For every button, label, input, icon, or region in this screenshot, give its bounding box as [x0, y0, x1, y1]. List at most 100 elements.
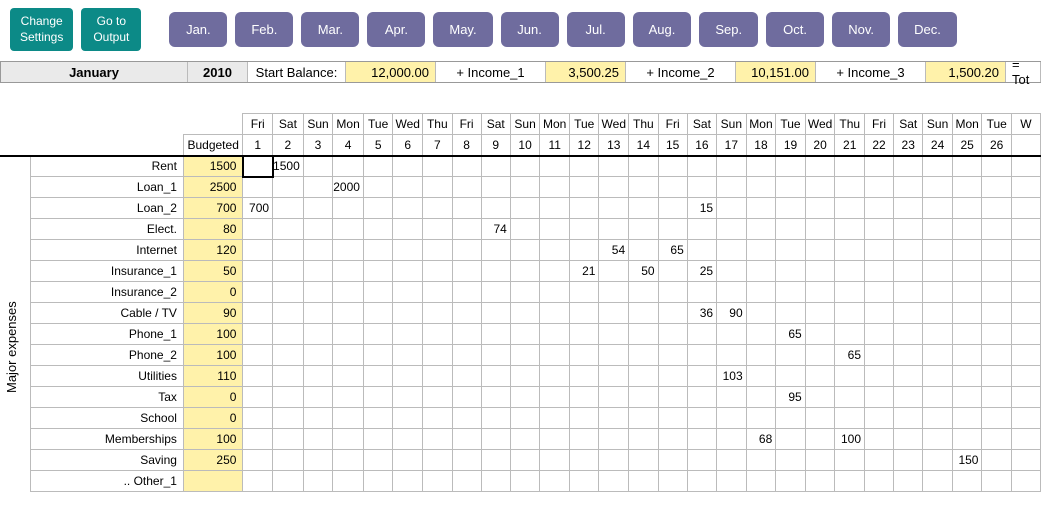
day-cell[interactable]	[746, 282, 776, 303]
day-cell[interactable]	[393, 345, 423, 366]
day-cell[interactable]	[776, 261, 805, 282]
day-cell[interactable]: 74	[481, 219, 510, 240]
budget-cell[interactable]: 80	[183, 219, 243, 240]
day-cell[interactable]	[952, 366, 982, 387]
day-cell[interactable]	[363, 303, 392, 324]
day-cell[interactable]	[952, 261, 982, 282]
day-cell[interactable]	[333, 240, 364, 261]
day-cell[interactable]	[658, 156, 687, 177]
day-cell[interactable]	[658, 471, 687, 492]
budget-cell[interactable]: 100	[183, 324, 243, 345]
day-cell[interactable]	[510, 282, 540, 303]
day-cell[interactable]	[452, 366, 481, 387]
day-cell[interactable]	[569, 240, 598, 261]
day-cell[interactable]	[776, 471, 805, 492]
income3-value[interactable]: 1,500.20	[926, 62, 1006, 82]
day-cell[interactable]	[540, 387, 570, 408]
day-cell[interactable]	[835, 198, 865, 219]
day-cell[interactable]: 100	[835, 429, 865, 450]
day-cell[interactable]	[599, 450, 629, 471]
day-cell[interactable]	[865, 282, 894, 303]
day-cell[interactable]	[569, 219, 598, 240]
day-cell[interactable]	[481, 408, 510, 429]
budget-cell[interactable]	[183, 471, 243, 492]
day-cell[interactable]	[805, 450, 835, 471]
day-cell[interactable]: 103	[717, 366, 747, 387]
day-cell[interactable]	[923, 450, 953, 471]
day-cell[interactable]	[333, 261, 364, 282]
day-cell[interactable]	[746, 240, 776, 261]
day-cell[interactable]	[569, 345, 598, 366]
day-cell[interactable]	[393, 156, 423, 177]
day-cell[interactable]: 15	[687, 198, 716, 219]
day-cell[interactable]	[569, 282, 598, 303]
day-cell[interactable]	[273, 240, 304, 261]
day-cell[interactable]	[510, 387, 540, 408]
day-cell[interactable]	[273, 303, 304, 324]
day-cell[interactable]	[481, 387, 510, 408]
day-cell[interactable]	[540, 429, 570, 450]
month-tab-feb[interactable]: Feb.	[235, 12, 293, 47]
day-cell[interactable]	[894, 261, 923, 282]
day-cell[interactable]	[510, 261, 540, 282]
day-cell[interactable]	[1011, 261, 1040, 282]
day-cell[interactable]	[746, 219, 776, 240]
day-cell[interactable]	[423, 198, 452, 219]
day-cell[interactable]	[923, 177, 953, 198]
day-cell[interactable]	[982, 429, 1011, 450]
day-cell[interactable]	[510, 219, 540, 240]
day-cell[interactable]	[865, 177, 894, 198]
day-cell[interactable]	[243, 429, 273, 450]
day-cell[interactable]	[982, 387, 1011, 408]
day-cell[interactable]	[805, 156, 835, 177]
day-cell[interactable]	[363, 261, 392, 282]
day-cell[interactable]	[687, 429, 716, 450]
day-cell[interactable]	[805, 261, 835, 282]
day-cell[interactable]	[982, 156, 1011, 177]
day-cell[interactable]	[423, 156, 452, 177]
day-cell[interactable]	[923, 303, 953, 324]
day-cell[interactable]	[303, 345, 333, 366]
day-cell[interactable]	[333, 324, 364, 345]
day-cell[interactable]	[982, 282, 1011, 303]
day-cell[interactable]	[1011, 219, 1040, 240]
day-cell[interactable]	[687, 471, 716, 492]
day-cell[interactable]	[805, 240, 835, 261]
goto-output-button[interactable]: Go toOutput	[81, 8, 141, 51]
day-cell[interactable]	[952, 345, 982, 366]
day-cell[interactable]	[865, 429, 894, 450]
day-cell[interactable]	[243, 408, 273, 429]
day-cell[interactable]	[273, 408, 304, 429]
day-cell[interactable]	[952, 324, 982, 345]
day-cell[interactable]	[658, 177, 687, 198]
day-cell[interactable]	[629, 219, 658, 240]
day-cell[interactable]	[540, 471, 570, 492]
day-cell[interactable]	[481, 177, 510, 198]
day-cell[interactable]	[894, 366, 923, 387]
day-cell[interactable]	[894, 219, 923, 240]
day-cell[interactable]	[687, 450, 716, 471]
day-cell[interactable]	[923, 156, 953, 177]
day-cell[interactable]: 95	[776, 387, 805, 408]
day-cell[interactable]	[894, 177, 923, 198]
day-cell[interactable]	[333, 450, 364, 471]
day-cell[interactable]	[687, 156, 716, 177]
day-cell[interactable]	[333, 366, 364, 387]
day-cell[interactable]	[303, 198, 333, 219]
day-cell[interactable]	[629, 387, 658, 408]
day-cell[interactable]	[717, 156, 747, 177]
day-cell[interactable]	[952, 429, 982, 450]
day-cell[interactable]	[952, 198, 982, 219]
day-cell[interactable]	[510, 408, 540, 429]
day-cell[interactable]	[865, 156, 894, 177]
day-cell[interactable]	[273, 366, 304, 387]
day-cell[interactable]	[243, 366, 273, 387]
month-tab-dec[interactable]: Dec.	[898, 12, 957, 47]
day-cell[interactable]	[923, 282, 953, 303]
day-cell[interactable]	[540, 198, 570, 219]
day-cell[interactable]	[687, 219, 716, 240]
day-cell[interactable]	[776, 198, 805, 219]
day-cell[interactable]	[273, 219, 304, 240]
day-cell[interactable]	[510, 303, 540, 324]
day-cell[interactable]	[894, 450, 923, 471]
